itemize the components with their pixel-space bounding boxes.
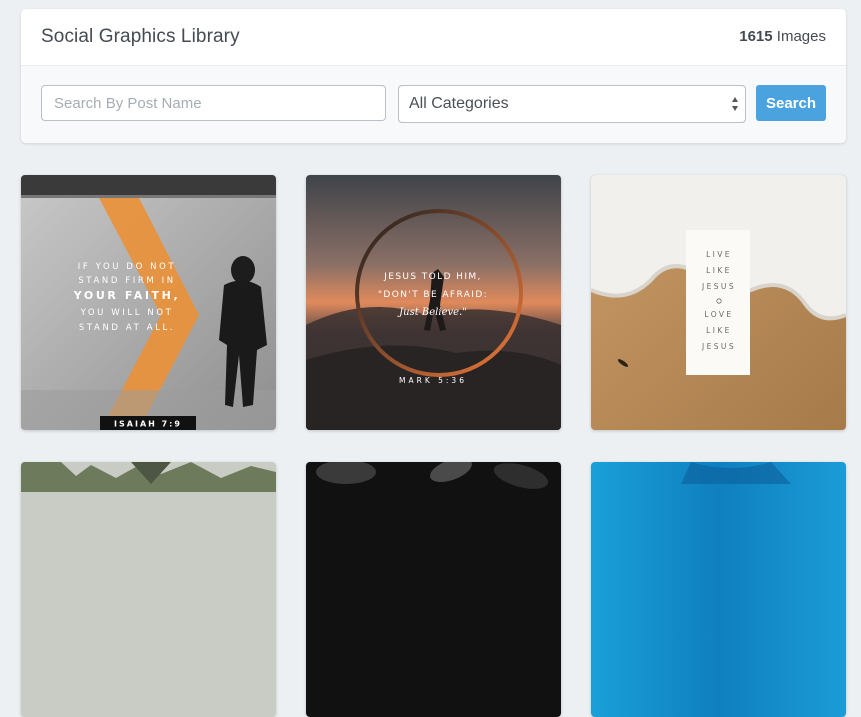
search-button[interactable]: Search: [756, 85, 826, 121]
library-header-panel: Social Graphics Library 1615 Images All …: [21, 9, 846, 143]
graphic-card-isaiah[interactable]: IF YOU DO NOT STAND FIRM IN YOUR FAITH, …: [21, 175, 276, 430]
image-count-number: 1615: [739, 28, 773, 45]
category-select-value: All Categories: [409, 95, 509, 112]
category-select[interactable]: All Categories: [398, 85, 746, 123]
quote-line: LIVE: [706, 250, 732, 259]
graphic-thumbnail: JESUS TOLD HIM, "DON'T BE AFRAID: Just B…: [306, 175, 561, 430]
graphic-thumbnail: [21, 462, 276, 717]
verse-reference: ISAIAH 7:9: [114, 420, 182, 429]
quote-line: JESUS TOLD HIM,: [383, 272, 482, 282]
quote-line: LIKE: [706, 266, 732, 275]
graphic-card-live-like-jesus[interactable]: LIVE LIKE JESUS LOVE LIKE JESUS: [591, 175, 846, 430]
quote-line: STAND FIRM IN: [78, 276, 175, 286]
quote-line: YOU WILL NOT: [80, 308, 174, 318]
quote-line: LIKE: [706, 326, 732, 335]
select-arrows-icon: [732, 97, 738, 111]
graphic-thumbnail: [306, 462, 561, 717]
panel-header: Social Graphics Library 1615 Images: [21, 9, 846, 66]
quote-line: "DON'T BE AFRAID:: [378, 290, 488, 300]
graphic-card-row2-2[interactable]: [306, 462, 561, 717]
quote-line: IF YOU DO NOT: [78, 262, 176, 272]
image-count: 1615 Images: [739, 28, 826, 45]
quote-script: Just Believe.": [397, 307, 467, 318]
page-title: Social Graphics Library: [41, 26, 240, 47]
quote-line: LOVE: [704, 310, 733, 319]
quote-line: YOUR FAITH,: [73, 289, 181, 302]
graphic-card-row2-1[interactable]: [21, 462, 276, 717]
search-input[interactable]: [41, 85, 386, 121]
graphic-thumbnail: [591, 462, 846, 717]
quote-line: JESUS: [701, 342, 736, 351]
verse-reference: MARK 5:36: [399, 376, 467, 385]
graphic-thumbnail: IF YOU DO NOT STAND FIRM IN YOUR FAITH, …: [21, 175, 276, 430]
quote-line: JESUS: [701, 282, 736, 291]
image-count-label: Images: [776, 28, 826, 45]
graphic-card-row2-3[interactable]: [591, 462, 846, 717]
graphic-thumbnail: LIVE LIKE JESUS LOVE LIKE JESUS: [591, 175, 846, 430]
graphic-card-mark[interactable]: JESUS TOLD HIM, "DON'T BE AFRAID: Just B…: [306, 175, 561, 430]
quote-line: STAND AT ALL.: [79, 323, 175, 333]
